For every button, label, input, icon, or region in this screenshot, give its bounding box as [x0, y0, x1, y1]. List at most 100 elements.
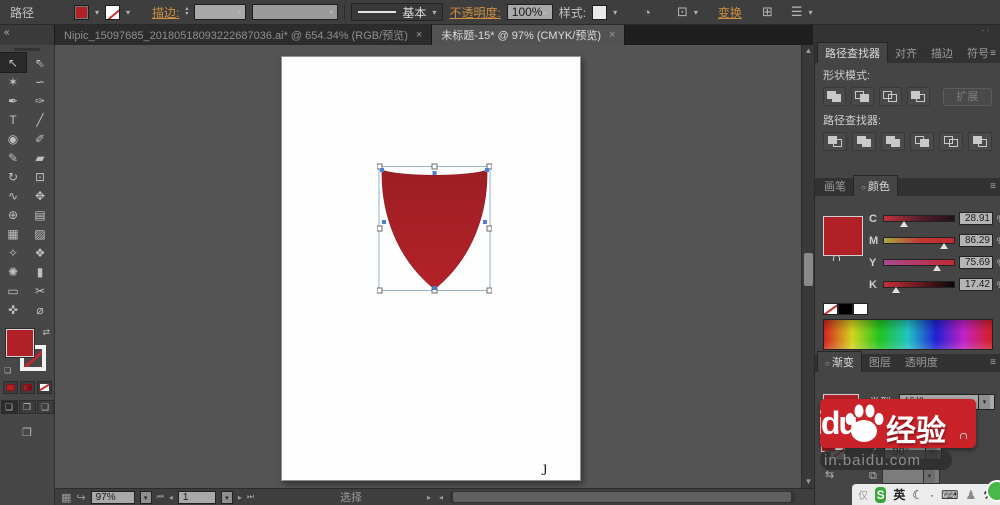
keyboard-icon[interactable]: ⌨ [941, 488, 958, 502]
eyedropper-tool[interactable]: ✧ [0, 243, 26, 262]
person-icon[interactable]: ♟ [965, 488, 976, 502]
unite-button[interactable] [823, 87, 846, 106]
free-transform-tool[interactable]: ⊡ [27, 167, 53, 186]
ink-pen-tool[interactable]: ✑ [27, 91, 53, 110]
mesh-tool[interactable]: ▦ [0, 224, 26, 243]
stroke-width-field[interactable]: ▾ [194, 4, 247, 20]
tab-transparency[interactable]: 透明度 [898, 352, 945, 372]
hscroll-left-icon[interactable]: ◂ [439, 493, 443, 502]
default-fill-stroke-icon[interactable]: ❏ [4, 366, 11, 375]
hscroll-right-icon[interactable]: ▸ [427, 493, 431, 502]
pencil-tool[interactable]: ✎ [0, 148, 26, 167]
magic-wand-tool[interactable]: ✶ [0, 72, 26, 91]
tab-stroke[interactable]: 描边 [924, 43, 960, 63]
gradient-tool[interactable]: ▨ [27, 224, 53, 243]
horizontal-scrollbar-thumb[interactable] [453, 492, 791, 502]
color-mode-button[interactable] [2, 381, 18, 394]
rotate-tool[interactable]: ↻ [0, 167, 26, 186]
trim-button[interactable] [852, 132, 876, 151]
document-tab-1-close-icon[interactable]: × [416, 29, 422, 41]
symbol-sprayer-tool[interactable]: ✺ [0, 262, 26, 281]
line-segment-tool[interactable]: ╱ [27, 110, 53, 129]
yellow-slider[interactable] [883, 259, 955, 271]
yellow-slider-thumb[interactable] [933, 265, 942, 271]
scale-tool[interactable]: ✥ [27, 186, 53, 205]
tab-gradient[interactable]: ○ 渐变 [817, 351, 862, 372]
artboard-number-field[interactable]: 1 [177, 490, 216, 504]
cyan-value-field[interactable]: 28.91 [959, 212, 993, 225]
tab-align[interactable]: 对齐 [888, 43, 924, 63]
current-color-swatch[interactable] [823, 216, 863, 256]
exclude-button[interactable] [906, 87, 930, 106]
yellow-value-field[interactable]: 75.69 [959, 256, 993, 269]
pathfinder-panel-menu-icon[interactable]: ≡ [990, 48, 996, 59]
minus-back-button[interactable] [968, 132, 992, 151]
width-tool[interactable]: ∿ [0, 186, 26, 205]
gradient-mode-button[interactable] [19, 381, 35, 394]
crop-button[interactable] [910, 132, 934, 151]
none-swatch[interactable] [823, 303, 838, 315]
perspective-grid-tool[interactable]: ▤ [27, 205, 53, 224]
last-artboard-icon[interactable]: ⏭ [247, 492, 254, 502]
magenta-slider[interactable] [883, 237, 955, 249]
merge-button[interactable] [881, 132, 905, 151]
zoom-level-field[interactable]: 97% [90, 490, 135, 504]
transform-link[interactable]: 变换 [718, 4, 742, 21]
intersect-button[interactable] [878, 87, 902, 106]
outline-button[interactable] [939, 132, 963, 151]
lasso-tool[interactable]: ∽ [27, 72, 53, 91]
stroke-color-swatch[interactable] [105, 4, 121, 20]
shape-builder-tool[interactable]: ⊕ [0, 205, 26, 224]
selection-tool[interactable]: ↖ [0, 52, 27, 73]
document-tab-2-close-icon[interactable]: × [609, 29, 615, 41]
sogou-logo-icon[interactable]: S [875, 486, 887, 503]
slice-tool[interactable]: ✂ [27, 281, 53, 300]
width-profile-dropdown[interactable]: ▾ [252, 4, 339, 20]
artboard-nav-icon[interactable]: ▦ [61, 491, 71, 504]
toolbar-collapse-button[interactable]: « [0, 25, 55, 45]
column-graph-tool[interactable]: ▮ [27, 262, 53, 281]
black-slider-thumb[interactable] [891, 287, 900, 293]
selected-shield-shape[interactable] [376, 162, 493, 298]
style-dropdown-icon[interactable]: ▾ [613, 8, 617, 17]
blend-tool[interactable]: ❖ [27, 243, 53, 262]
zoom-dropdown-icon[interactable]: ▾ [139, 490, 152, 504]
black-swatch[interactable] [838, 303, 853, 315]
stroke-panel-link[interactable]: 描边: [152, 4, 179, 21]
toolbar-fill-swatch[interactable] [6, 329, 34, 357]
color-spectrum-bar[interactable] [823, 319, 993, 350]
vertical-scrollbar-thumb[interactable] [804, 253, 813, 286]
zoom-tool[interactable]: ⌀ [27, 300, 53, 319]
cyan-slider[interactable] [883, 215, 955, 227]
fill-color-swatch[interactable] [74, 4, 90, 20]
document-tab-2[interactable]: 未标题-15* @ 97% (CMYK/预览) × [432, 25, 626, 45]
type-tool[interactable]: T [0, 110, 26, 129]
stroke-width-stepper[interactable]: ▴ ▾ [185, 6, 188, 17]
horizontal-scrollbar[interactable] [450, 491, 795, 503]
draw-normal-button[interactable]: ❏ [0, 400, 18, 414]
tab-color[interactable]: ○ 颜色 [853, 175, 898, 196]
tab-brushes[interactable]: 画笔 [817, 176, 853, 196]
black-slider[interactable] [883, 281, 955, 293]
magenta-value-field[interactable]: 86.29 [959, 234, 993, 247]
hand-tool[interactable]: ✜ [0, 300, 26, 319]
minus-front-button[interactable] [850, 87, 874, 106]
spiral-tool[interactable]: ◉ [0, 129, 26, 148]
none-mode-button[interactable] [36, 381, 52, 394]
cyan-slider-thumb[interactable] [900, 221, 909, 227]
style-swatch[interactable] [592, 4, 608, 20]
document-tab-1[interactable]: Nipic_15097685_20180518093222687036.ai* … [55, 25, 433, 45]
artboard-dropdown-icon[interactable]: ▾ [220, 490, 233, 504]
next-artboard-icon[interactable]: ▸ [238, 493, 242, 502]
toolbar-grip[interactable] [14, 48, 40, 51]
export-icon[interactable]: ↪ [76, 491, 85, 504]
eraser-tool[interactable]: ▰ [27, 148, 53, 167]
tab-pathfinder[interactable]: 路径查找器 [817, 42, 888, 63]
first-artboard-icon[interactable]: ⏮ [157, 492, 164, 502]
direct-selection-tool[interactable]: ⇖ [27, 53, 53, 72]
opacity-link[interactable]: 不透明度: [449, 4, 500, 21]
paintbrush-tool[interactable]: ✐ [27, 129, 53, 148]
ime-language-toggle[interactable]: 英 [893, 486, 905, 503]
color-panel-menu-icon[interactable]: ≡ [990, 181, 996, 192]
gradient-panel-menu-icon[interactable]: ≡ [990, 357, 996, 368]
